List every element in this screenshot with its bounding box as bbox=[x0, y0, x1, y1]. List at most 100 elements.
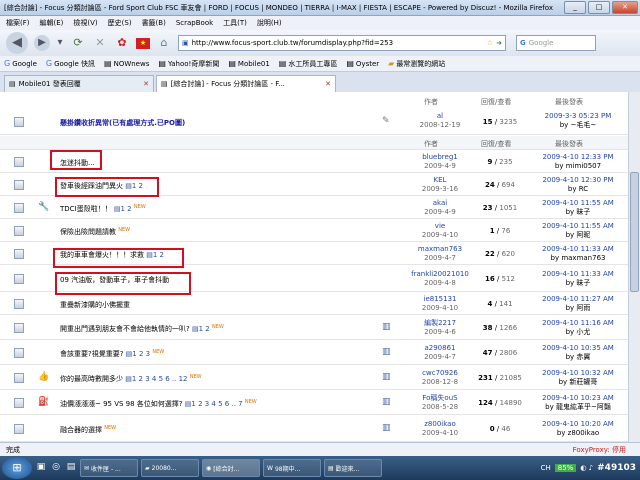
last-post-by[interactable]: by ~毛毛~ bbox=[528, 121, 628, 130]
close-button[interactable]: ✕ bbox=[612, 1, 638, 14]
battery-indicator[interactable]: 85% bbox=[554, 464, 577, 472]
taskbar-item-welcome[interactable]: ▤ 歡迎來... bbox=[324, 459, 382, 477]
menu-scrapbook[interactable]: ScrapBook bbox=[176, 19, 213, 27]
last-post-time[interactable]: 2009-4-10 12:30 PM bbox=[528, 176, 628, 185]
bookmark-star-icon[interactable]: ☆ bbox=[487, 39, 493, 47]
thread-author[interactable]: vie bbox=[400, 222, 480, 231]
page-links[interactable]: ▤1 2 3 4 5 6 .. 12 bbox=[125, 375, 187, 383]
last-post-time[interactable]: 2009-4-10 10:23 AM bbox=[528, 394, 628, 403]
home-icon[interactable]: ⌂ bbox=[156, 35, 172, 51]
vertical-scrollbar[interactable] bbox=[628, 92, 640, 442]
last-post-time[interactable]: 2009-4-10 11:16 AM bbox=[528, 319, 628, 328]
search-box[interactable]: G Google bbox=[516, 35, 596, 51]
close-tab-icon[interactable]: ✕ bbox=[143, 80, 149, 88]
last-post-time[interactable]: 2009-4-10 10:20 AM bbox=[528, 420, 628, 429]
last-post-time[interactable]: 2009-4-10 10:35 AM bbox=[528, 344, 628, 353]
table-row[interactable]: 會該重要?視覺重要? ▤1 2 3 NEW ▥ a290861 2009-4-7 … bbox=[0, 341, 628, 365]
table-row[interactable]: ⛽ 油價漲漲漲~ 95 VS 98 各位如何選擇? ▤1 2 3 4 5 6 .… bbox=[0, 391, 628, 415]
last-post-by[interactable]: by 龍鬼紘革乎~阿豔 bbox=[528, 403, 628, 412]
thread-author[interactable]: 編製2217 bbox=[400, 319, 480, 328]
thread-title[interactable]: 保險出險問題請教 bbox=[60, 228, 116, 236]
last-post-time[interactable]: 2009-4-10 10:32 AM bbox=[528, 369, 628, 378]
thread-author[interactable]: z800ikao bbox=[400, 420, 480, 429]
thread-author[interactable]: akai bbox=[400, 199, 480, 208]
last-post-by[interactable]: by 阿雨 bbox=[528, 304, 628, 313]
page-links[interactable]: ▤1 2 3 bbox=[126, 350, 150, 358]
last-post-by[interactable]: by 新莊罐哥 bbox=[528, 378, 628, 387]
thread-title[interactable]: 重疊新漆購的小佛擺重 bbox=[60, 300, 130, 310]
tab-mobile01[interactable]: ▤ Mobile01 發表回覆 ✕ bbox=[4, 75, 154, 92]
thread-author[interactable]: Fo稱失ouS bbox=[400, 394, 480, 403]
last-post-by[interactable]: by 小尤 bbox=[528, 328, 628, 337]
scrollbar-thumb[interactable] bbox=[630, 172, 639, 292]
thread-title[interactable]: 開重出門遇到朋友會不會給他執情的一叭? bbox=[60, 325, 190, 333]
start-button[interactable]: ⊞ bbox=[2, 457, 32, 479]
maximize-button[interactable]: □ bbox=[588, 1, 610, 14]
bookmark-google-alerts[interactable]: G Google 快訊 bbox=[46, 59, 95, 69]
last-post-by[interactable]: by 赤翼 bbox=[528, 353, 628, 362]
thread-author[interactable]: ie815131 bbox=[400, 295, 480, 304]
close-tab-icon[interactable]: ✕ bbox=[325, 80, 331, 88]
go-icon[interactable]: ➜ bbox=[496, 39, 502, 47]
bookmark-yahoo-news[interactable]: ▤ Yahoo!奇摩新聞 bbox=[158, 59, 219, 69]
last-post-by[interactable]: by 阿昵 bbox=[528, 231, 628, 240]
last-post-time[interactable]: 2009-4-10 11:33 AM bbox=[528, 245, 628, 254]
bookmark-nownews[interactable]: ▤ NOWnews bbox=[104, 59, 149, 68]
taskbar-item-folder[interactable]: ▰ 20080... bbox=[141, 459, 199, 477]
thread-author[interactable]: frankli20021010 bbox=[400, 270, 480, 279]
thread-author[interactable]: a290861 bbox=[400, 344, 480, 353]
menu-tools[interactable]: 工具(T) bbox=[223, 18, 247, 28]
menu-bookmarks[interactable]: 書籤(B) bbox=[142, 18, 166, 28]
back-icon[interactable]: ◀ bbox=[6, 32, 28, 54]
thread-author[interactable]: cwc70926 bbox=[400, 369, 480, 378]
last-post-time[interactable]: 2009-3-3 05:23 PM bbox=[528, 112, 628, 121]
last-post-by[interactable]: by z800ikao bbox=[528, 429, 628, 438]
last-post-time[interactable]: 2009-4-10 11:55 AM bbox=[528, 222, 628, 231]
bookmark-most-visited[interactable]: ▰ 最常瀏覽的網站 bbox=[388, 59, 445, 69]
language-indicator[interactable]: CH bbox=[541, 464, 551, 472]
menu-help[interactable]: 說明(H) bbox=[257, 18, 282, 28]
last-post-time[interactable]: 2009-4-10 11:55 AM bbox=[528, 199, 628, 208]
taskbar-item-firefox[interactable]: ◉ [綜合討... bbox=[202, 459, 260, 477]
thread-author[interactable]: maxman763 bbox=[400, 245, 480, 254]
taskbar-item-word[interactable]: W 98期中... bbox=[263, 459, 321, 477]
page-links[interactable]: ▤1 2 bbox=[114, 205, 132, 213]
minimize-button[interactable]: _ bbox=[564, 1, 586, 14]
bookmark-mobile01[interactable]: ▤ Mobile01 bbox=[228, 59, 269, 68]
page-links[interactable]: ▤1 2 bbox=[192, 325, 210, 333]
table-row[interactable]: 🔧 TDCI蛋殼啦！！ ▤1 2 NEW akai 2009-4-9 23 / 1… bbox=[0, 197, 628, 219]
thread-title[interactable]: TDCI蛋殼啦！！ bbox=[60, 205, 112, 213]
last-post-time[interactable]: 2009-4-10 11:33 AM bbox=[528, 270, 628, 279]
forward-icon[interactable]: ▶ bbox=[34, 35, 50, 51]
quick-launch-icon[interactable]: ▤ bbox=[65, 462, 77, 474]
table-row[interactable]: 開重出門遇到朋友會不會給他執情的一叭? ▤1 2 NEW ▥ 編製2217 200… bbox=[0, 316, 628, 340]
thread-title[interactable]: 會該重要?視覺重要? bbox=[60, 350, 123, 358]
thread-title[interactable]: 懸掛鑽收折異常(已有處理方式.已PO圖) bbox=[60, 118, 185, 128]
last-post-by[interactable]: by mimi0507 bbox=[528, 162, 628, 171]
foxyproxy-status[interactable]: FoxyProxy: 停用 bbox=[573, 445, 626, 455]
last-post-by[interactable]: by RC bbox=[528, 185, 628, 194]
menu-history[interactable]: 歷史(S) bbox=[108, 18, 132, 28]
last-post-time[interactable]: 2009-4-10 12:33 PM bbox=[528, 153, 628, 162]
reload-icon[interactable]: ⟳ bbox=[70, 35, 86, 51]
bookmark-staff-area[interactable]: ▤ 水工所員工專區 bbox=[279, 59, 338, 69]
stop-icon[interactable]: ✕ bbox=[92, 35, 108, 51]
last-post-by[interactable]: by maxman763 bbox=[528, 254, 628, 263]
tray-icons[interactable]: ◐ ♪ bbox=[580, 464, 593, 472]
bookmark-oyster[interactable]: ▤ Oyster bbox=[346, 59, 379, 68]
tab-discussion[interactable]: ▤ [綜合討論] - Focus 分類討論區 - F... ✕ bbox=[156, 75, 336, 92]
china-flag-icon[interactable]: ★ bbox=[136, 37, 150, 49]
thread-title[interactable]: 你的最高時數開多少 bbox=[60, 375, 123, 383]
table-row[interactable]: 保險出險問題請教 NEW vie 2009-4-10 1 / 76 2009-4-… bbox=[0, 220, 628, 242]
quick-launch-icon[interactable]: ▣ bbox=[35, 462, 47, 474]
address-bar[interactable]: ▣ http://www.focus-sport.club.tw/forumdi… bbox=[178, 35, 506, 51]
table-row[interactable]: 👍 你的最高時數開多少 ▤1 2 3 4 5 6 .. 12 NEW ▥ cwc… bbox=[0, 366, 628, 390]
last-post-by[interactable]: by 昧子 bbox=[528, 279, 628, 288]
quick-launch-icon[interactable]: ◎ bbox=[50, 462, 62, 474]
menu-view[interactable]: 檢視(V) bbox=[73, 18, 97, 28]
page-links[interactable]: ▤1 2 3 4 5 6 .. 7 bbox=[185, 400, 243, 408]
thread-title[interactable]: 融合器的選擇 bbox=[60, 426, 102, 434]
last-post-by[interactable]: by 昧子 bbox=[528, 208, 628, 217]
thread-author[interactable]: KEL bbox=[400, 176, 480, 185]
bookmark-google[interactable]: G Google bbox=[4, 59, 37, 68]
